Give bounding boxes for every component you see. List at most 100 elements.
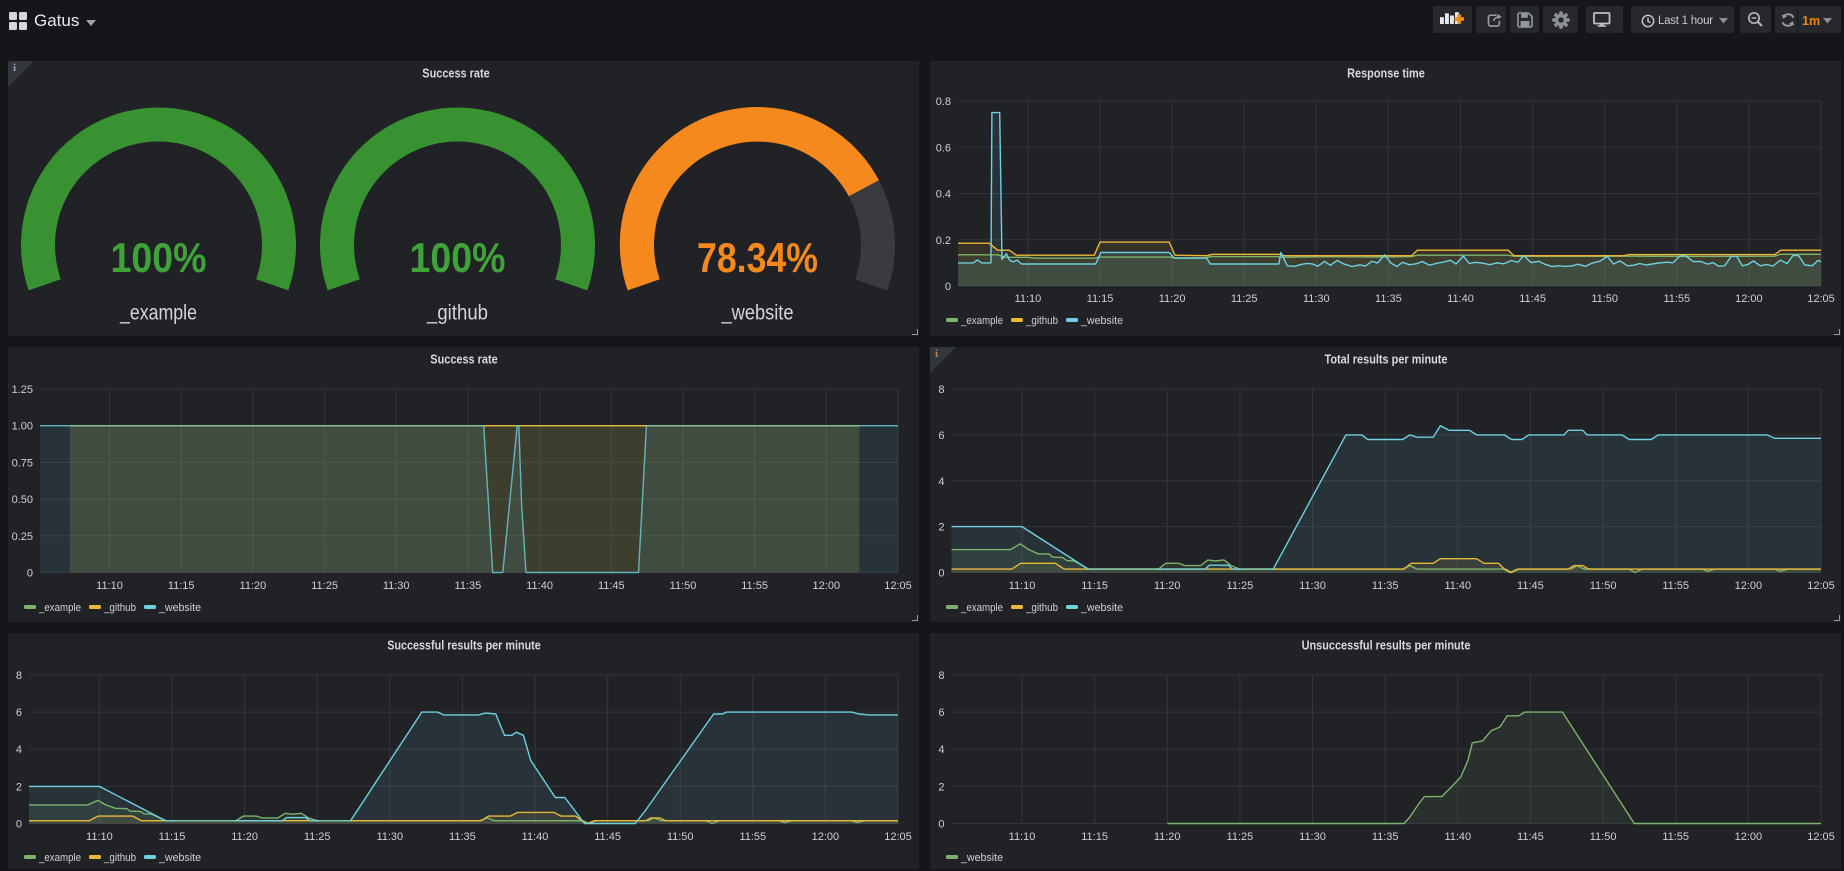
- svg-text:11:55: 11:55: [739, 831, 766, 843]
- svg-text:8: 8: [938, 384, 944, 396]
- svg-text:11:25: 11:25: [1227, 831, 1254, 843]
- svg-text:8: 8: [938, 670, 944, 682]
- svg-text:11:40: 11:40: [526, 580, 553, 592]
- svg-text:11:30: 11:30: [1299, 831, 1326, 843]
- svg-text:0.4: 0.4: [936, 189, 951, 201]
- svg-text:11:45: 11:45: [1519, 293, 1546, 305]
- svg-text:12:00: 12:00: [1735, 831, 1763, 843]
- svg-text:0.2: 0.2: [936, 235, 951, 247]
- svg-text:0.6: 0.6: [936, 142, 951, 154]
- svg-text:11:20: 11:20: [1159, 293, 1186, 305]
- svg-text:0.50: 0.50: [12, 494, 33, 506]
- svg-text:11:25: 11:25: [311, 580, 338, 592]
- svg-text:11:30: 11:30: [1299, 580, 1326, 592]
- svg-text:_website: _website: [960, 852, 1003, 864]
- svg-text:2: 2: [16, 781, 22, 793]
- svg-text:78.34%: 78.34%: [697, 234, 818, 281]
- svg-text:_example: _example: [38, 602, 81, 614]
- svg-text:11:15: 11:15: [1081, 831, 1108, 843]
- svg-text:0: 0: [27, 568, 33, 580]
- svg-text:4: 4: [938, 476, 944, 488]
- svg-text:12:00: 12:00: [1735, 580, 1763, 592]
- svg-text:11:25: 11:25: [304, 831, 331, 843]
- svg-text:12:05: 12:05: [1807, 293, 1835, 305]
- svg-text:11:25: 11:25: [1227, 580, 1254, 592]
- svg-text:11:35: 11:35: [1372, 580, 1399, 592]
- svg-text:11:15: 11:15: [1081, 580, 1108, 592]
- svg-text:_github: _github: [1025, 602, 1058, 614]
- svg-text:11:50: 11:50: [667, 831, 694, 843]
- svg-text:11:35: 11:35: [449, 831, 476, 843]
- svg-text:_github: _github: [103, 602, 136, 614]
- svg-text:11:35: 11:35: [1375, 293, 1402, 305]
- svg-text:12:05: 12:05: [884, 831, 912, 843]
- svg-text:12:05: 12:05: [1807, 580, 1835, 592]
- svg-text:11:15: 11:15: [159, 831, 186, 843]
- svg-text:_website: _website: [1080, 602, 1123, 614]
- svg-text:2: 2: [938, 522, 944, 534]
- svg-text:11:40: 11:40: [1444, 831, 1471, 843]
- svg-text:12:00: 12:00: [813, 580, 841, 592]
- svg-text:0.25: 0.25: [12, 531, 33, 543]
- svg-text:_website: _website: [158, 602, 201, 614]
- svg-text:_example: _example: [38, 852, 81, 864]
- svg-text:11:10: 11:10: [1009, 831, 1036, 843]
- svg-text:11:45: 11:45: [1517, 831, 1544, 843]
- svg-text:11:55: 11:55: [741, 580, 768, 592]
- svg-text:0.75: 0.75: [12, 457, 33, 469]
- svg-text:_example: _example: [960, 315, 1003, 327]
- svg-text:6: 6: [16, 707, 22, 719]
- svg-text:0: 0: [945, 281, 951, 293]
- svg-text:_website: _website: [158, 852, 201, 864]
- svg-text:1.00: 1.00: [12, 421, 33, 433]
- svg-text:11:50: 11:50: [1590, 580, 1617, 592]
- svg-text:100%: 100%: [410, 234, 506, 281]
- svg-text:11:20: 11:20: [240, 580, 267, 592]
- svg-text:11:15: 11:15: [1087, 293, 1114, 305]
- svg-text:12:00: 12:00: [812, 831, 840, 843]
- svg-text:11:35: 11:35: [455, 580, 482, 592]
- svg-text:_github: _github: [1025, 315, 1058, 327]
- svg-text:8: 8: [16, 670, 22, 682]
- svg-text:11:45: 11:45: [1517, 580, 1544, 592]
- svg-text:6: 6: [938, 430, 944, 442]
- svg-text:11:45: 11:45: [594, 831, 621, 843]
- svg-text:11:35: 11:35: [1372, 831, 1399, 843]
- svg-text:12:00: 12:00: [1735, 293, 1763, 305]
- svg-text:1.25: 1.25: [12, 384, 33, 396]
- svg-text:11:50: 11:50: [1591, 293, 1618, 305]
- svg-text:11:10: 11:10: [86, 831, 113, 843]
- svg-text:_example: _example: [119, 302, 197, 325]
- svg-text:11:45: 11:45: [598, 580, 625, 592]
- svg-text:0: 0: [16, 819, 22, 831]
- svg-text:11:40: 11:40: [1444, 580, 1471, 592]
- svg-text:11:55: 11:55: [1662, 580, 1689, 592]
- svg-text:11:20: 11:20: [1154, 580, 1181, 592]
- svg-text:11:15: 11:15: [168, 580, 195, 592]
- svg-text:11:30: 11:30: [1303, 293, 1330, 305]
- svg-text:12:05: 12:05: [1807, 831, 1835, 843]
- svg-text:11:40: 11:40: [522, 831, 549, 843]
- svg-text:11:30: 11:30: [383, 580, 410, 592]
- svg-text:6: 6: [938, 707, 944, 719]
- svg-text:11:25: 11:25: [1231, 293, 1258, 305]
- svg-text:4: 4: [16, 744, 22, 756]
- svg-text:0.8: 0.8: [936, 96, 951, 108]
- svg-text:11:50: 11:50: [1590, 831, 1617, 843]
- svg-text:_example: _example: [960, 602, 1003, 614]
- svg-text:11:20: 11:20: [231, 831, 258, 843]
- svg-text:11:55: 11:55: [1663, 293, 1690, 305]
- svg-text:11:30: 11:30: [376, 831, 403, 843]
- svg-text:11:10: 11:10: [1015, 293, 1042, 305]
- svg-text:_website: _website: [721, 302, 794, 325]
- svg-text:11:10: 11:10: [1009, 580, 1036, 592]
- svg-text:11:50: 11:50: [670, 580, 697, 592]
- svg-text:11:20: 11:20: [1154, 831, 1181, 843]
- svg-text:4: 4: [938, 744, 944, 756]
- svg-text:0: 0: [938, 819, 944, 831]
- svg-text:11:40: 11:40: [1447, 293, 1474, 305]
- svg-text:_website: _website: [1080, 315, 1123, 327]
- svg-text:2: 2: [938, 781, 944, 793]
- svg-text:11:55: 11:55: [1662, 831, 1689, 843]
- svg-text:_github: _github: [426, 302, 488, 325]
